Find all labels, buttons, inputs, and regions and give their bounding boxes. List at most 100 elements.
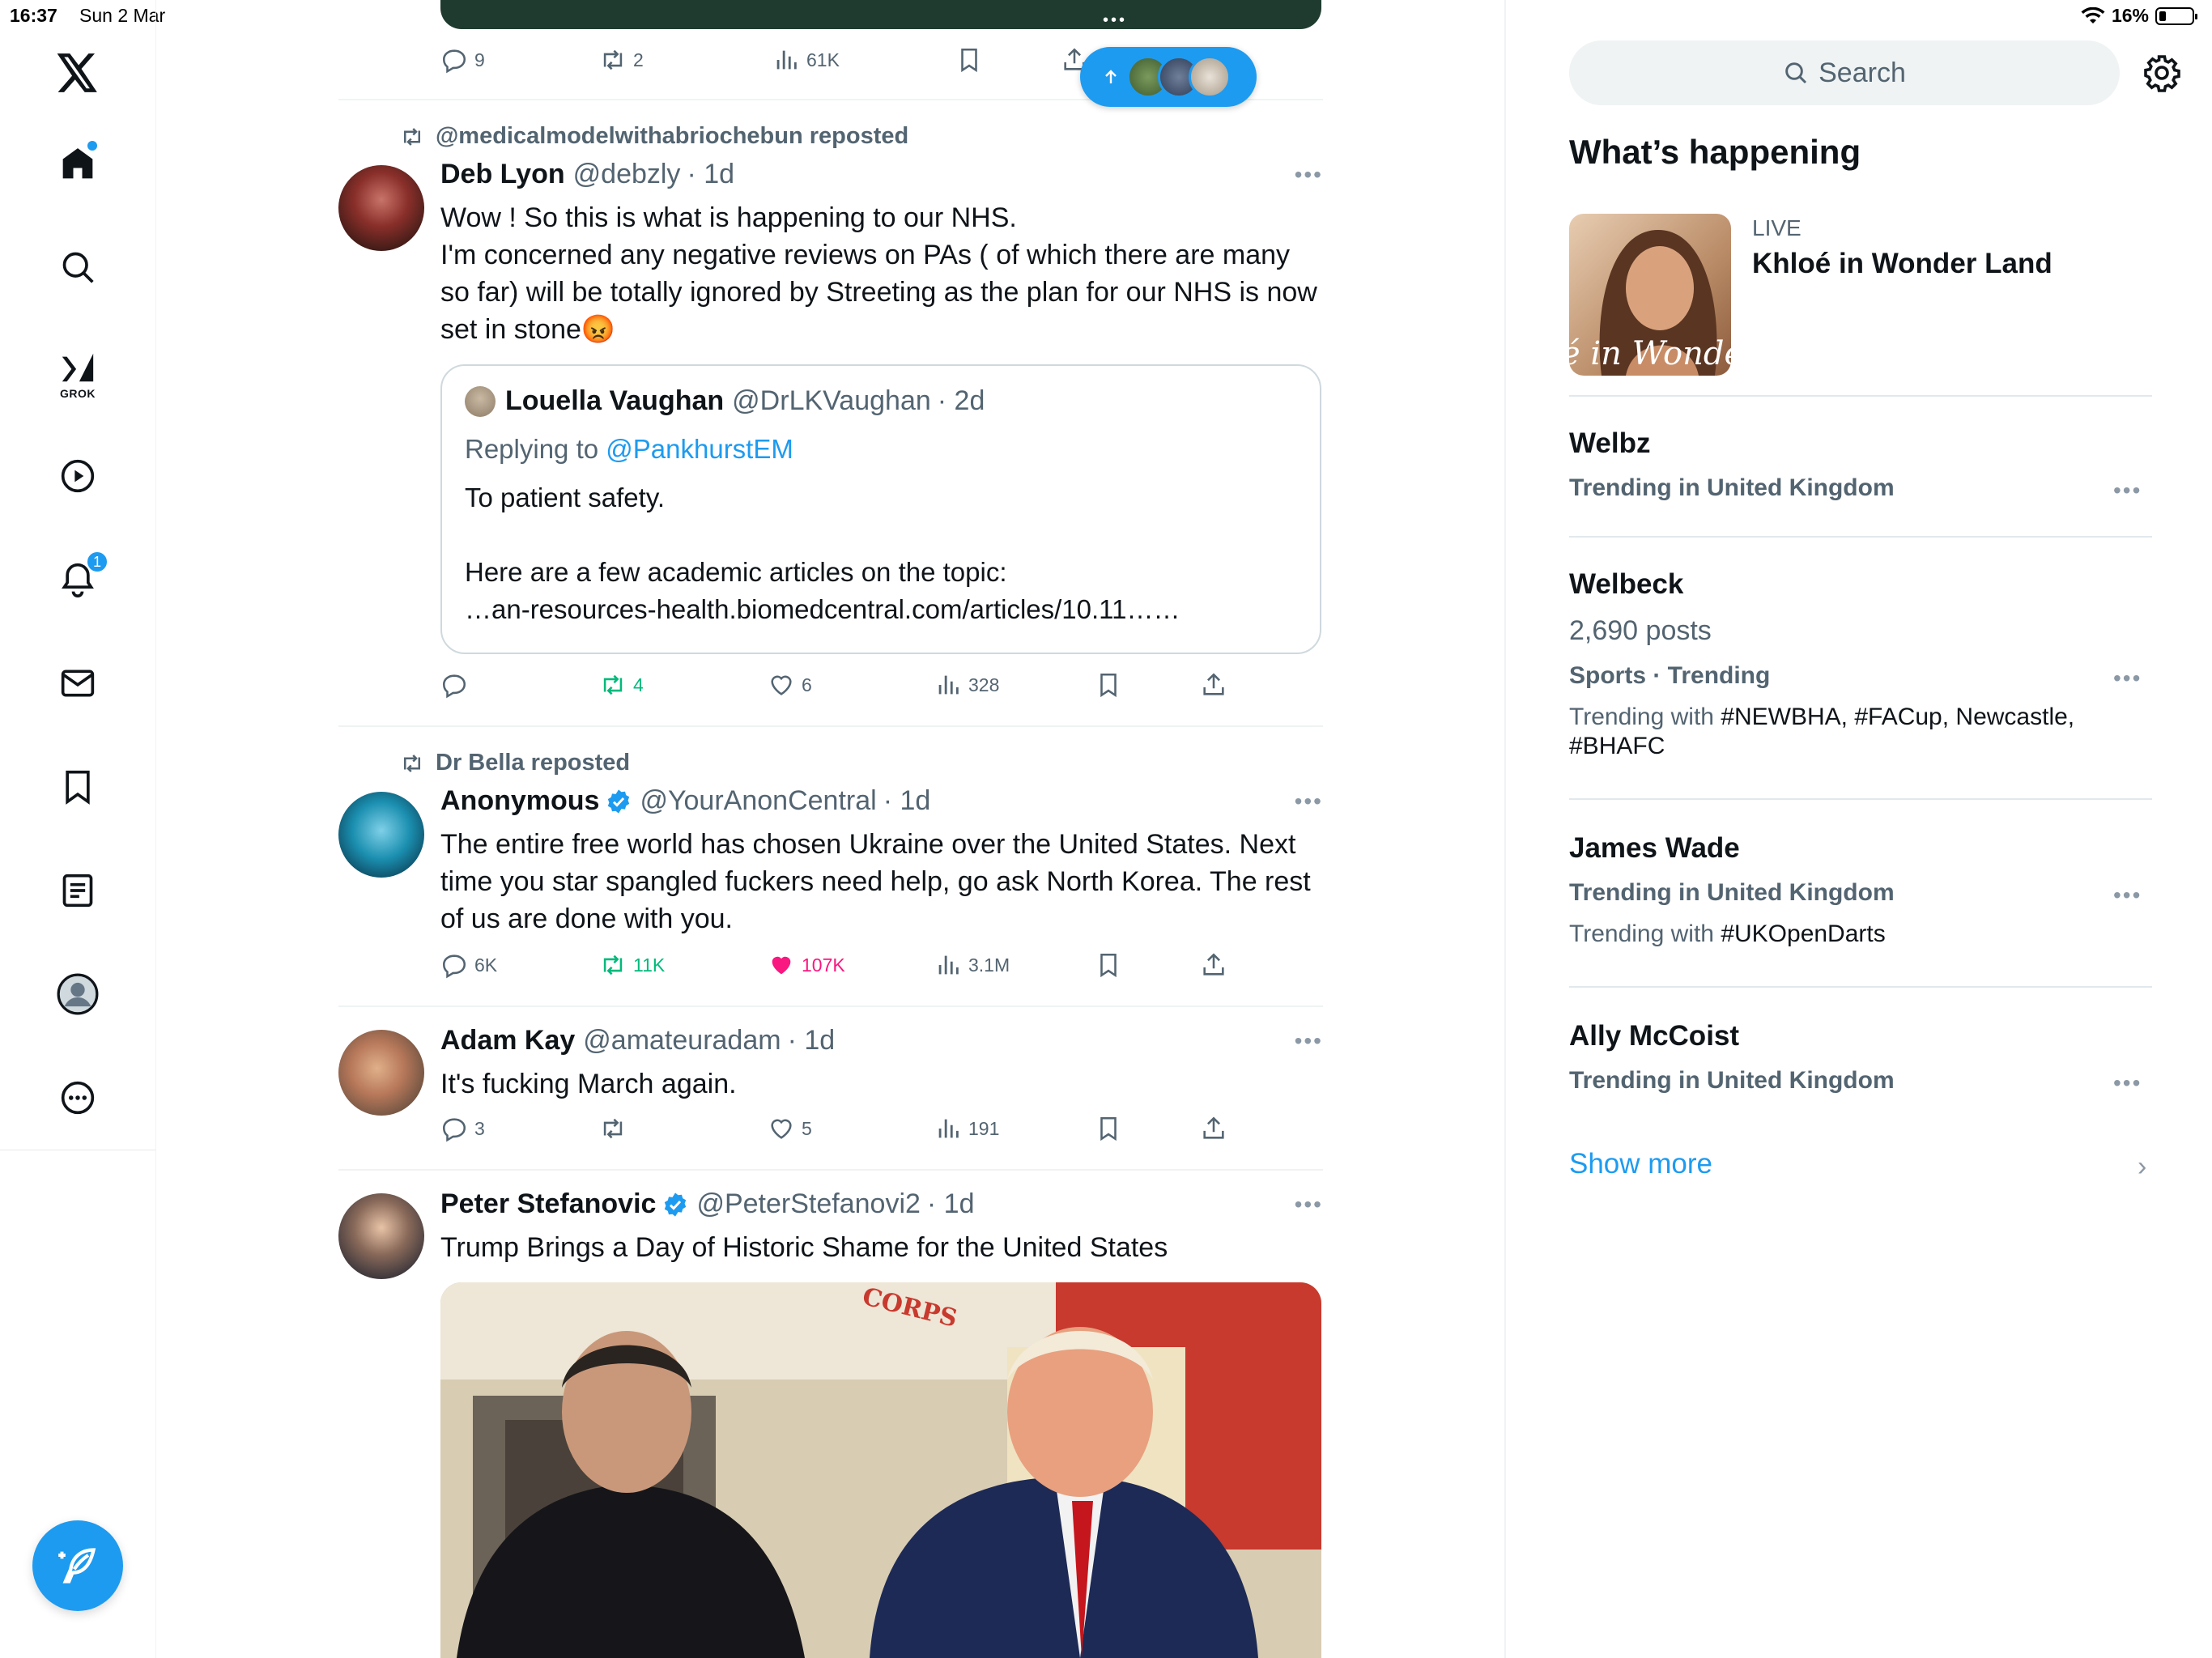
- trend-more-icon[interactable]: •••: [2113, 882, 2142, 908]
- home-unread-dot: [87, 141, 97, 151]
- trend-divider: [1569, 395, 2152, 397]
- home-icon[interactable]: [52, 138, 104, 189]
- repost-button[interactable]: [599, 1112, 633, 1145]
- like-button[interactable]: 5: [768, 1112, 812, 1145]
- reply-button[interactable]: 6K: [440, 949, 497, 981]
- like-button[interactable]: 6: [768, 669, 812, 701]
- view-count: 3.1M: [968, 954, 1010, 976]
- live-event-thumbnail[interactable]: é in Wonder L: [1569, 214, 1731, 376]
- search-icon[interactable]: [52, 241, 104, 293]
- bookmark-button[interactable]: [955, 44, 983, 76]
- quote-header: Louella Vaughan @DrLKVaughan · 2d: [465, 385, 985, 417]
- post-header: Adam Kay @amateuradam · 1d: [440, 1025, 835, 1056]
- author-handle[interactable]: @amateuradam: [583, 1025, 781, 1056]
- trend-more-icon[interactable]: •••: [2113, 1070, 2142, 1096]
- reply-button[interactable]: 9: [440, 44, 485, 76]
- post-text: Wow ! So this is what is happening to ou…: [440, 202, 1317, 345]
- post-time[interactable]: · 1d: [788, 1025, 836, 1056]
- repost-indicator[interactable]: Dr Bella reposted: [400, 750, 630, 776]
- trend-name[interactable]: Ally McCoist: [1569, 1020, 1739, 1052]
- view-count: 328: [968, 674, 1000, 695]
- views-button[interactable]: 3.1M: [934, 949, 1010, 981]
- like-count: 5: [802, 1117, 812, 1139]
- verified-badge-icon: [665, 1192, 687, 1217]
- more-options-icon[interactable]: •••: [1295, 789, 1323, 814]
- repost-icon: [603, 954, 623, 976]
- author-handle[interactable]: @YourAnonCentral: [640, 785, 876, 817]
- reply-icon: [442, 674, 466, 699]
- author-name[interactable]: Peter Stefanovic: [440, 1188, 656, 1220]
- avatar[interactable]: [338, 792, 424, 878]
- view-count: 61K: [806, 49, 840, 70]
- compose-button[interactable]: [32, 1520, 123, 1611]
- quoted-post[interactable]: Louella Vaughan @DrLKVaughan · 2d Replyi…: [440, 364, 1321, 654]
- verified-badge-icon: [608, 789, 630, 814]
- views-icon: [938, 675, 959, 695]
- lists-icon[interactable]: [52, 865, 104, 916]
- repost-button[interactable]: 4: [599, 669, 644, 701]
- post-text: It's fucking March again.: [440, 1069, 737, 1099]
- play-icon[interactable]: [52, 450, 104, 502]
- repost-button[interactable]: 11K: [599, 949, 665, 981]
- reply-count: 6K: [474, 954, 498, 976]
- post-time[interactable]: · 1d: [883, 785, 931, 817]
- more-options-icon[interactable]: •••: [1295, 1028, 1323, 1054]
- post-header: Anonymous @YourAnonCentral · 1d: [440, 785, 930, 817]
- profile-icon[interactable]: [52, 968, 104, 1020]
- mail-icon[interactable]: [52, 657, 104, 709]
- author-handle[interactable]: @debzly: [573, 159, 681, 190]
- share-button[interactable]: [1200, 669, 1227, 701]
- replying-prefix: Replying to: [465, 434, 606, 464]
- more-options-icon[interactable]: •••: [1295, 1192, 1323, 1218]
- repost-indicator[interactable]: @medicalmodelwithabriochebun reposted: [400, 123, 908, 150]
- share-button[interactable]: [1200, 1112, 1227, 1145]
- chevron-right-icon[interactable]: ›: [2138, 1151, 2146, 1183]
- show-more-link[interactable]: Show more: [1569, 1148, 1712, 1180]
- more-options-icon[interactable]: •••: [1295, 162, 1323, 188]
- search-input[interactable]: Search: [1569, 40, 2120, 105]
- author-name[interactable]: Anonymous: [440, 785, 599, 817]
- share-button[interactable]: [1200, 949, 1227, 981]
- bookmark-button[interactable]: [1095, 669, 1122, 701]
- trend-name[interactable]: Welbeck: [1569, 568, 1683, 601]
- post-image[interactable]: CORPS: [440, 1282, 1321, 1658]
- reply-button[interactable]: [440, 669, 474, 701]
- avatar[interactable]: [338, 165, 424, 251]
- views-button[interactable]: 328: [934, 669, 999, 701]
- avatar[interactable]: [338, 1193, 424, 1279]
- like-button[interactable]: 107K: [768, 949, 845, 981]
- author-handle[interactable]: @PeterStefanovi2: [696, 1188, 920, 1220]
- grok-icon[interactable]: GROK: [52, 342, 104, 400]
- quote-author-handle: @DrLKVaughan: [732, 385, 931, 416]
- reply-button[interactable]: 3: [440, 1112, 485, 1145]
- avatar[interactable]: [338, 1030, 424, 1116]
- repost-button[interactable]: 2: [599, 44, 644, 76]
- trend-name[interactable]: James Wade: [1569, 832, 1740, 865]
- repost-icon: [603, 1118, 623, 1139]
- new-posts-pill[interactable]: [1080, 47, 1257, 107]
- trend-with-tags[interactable]: #UKOpenDarts: [1721, 920, 1885, 947]
- bookmark-button[interactable]: [1095, 1112, 1122, 1145]
- views-button[interactable]: 61K: [772, 44, 840, 76]
- view-count: 191: [968, 1117, 1000, 1139]
- author-name[interactable]: Deb Lyon: [440, 159, 565, 190]
- top-post-media[interactable]: •••: [440, 0, 1321, 29]
- more-circle-icon[interactable]: [52, 1072, 104, 1124]
- replying-to-link[interactable]: @PankhurstEM: [606, 434, 793, 464]
- heart-icon: [771, 1119, 792, 1139]
- post-time[interactable]: · 1d: [927, 1188, 975, 1220]
- trend-more-icon[interactable]: •••: [2113, 478, 2142, 504]
- live-event-title[interactable]: Khloé in Wonder Land: [1752, 248, 2052, 280]
- trend-more-icon[interactable]: •••: [2113, 665, 2142, 691]
- post-time[interactable]: · 1d: [687, 159, 734, 190]
- gear-icon[interactable]: [2142, 53, 2181, 92]
- views-button[interactable]: 191: [934, 1112, 999, 1145]
- author-name[interactable]: Adam Kay: [440, 1025, 575, 1056]
- bookmark-nav-icon[interactable]: [52, 761, 104, 813]
- notifications-icon[interactable]: 1: [52, 551, 108, 606]
- repost-icon: [603, 49, 623, 70]
- x-logo-icon[interactable]: [52, 47, 104, 99]
- bookmark-button[interactable]: [1095, 949, 1122, 981]
- trend-name[interactable]: Welbz: [1569, 427, 1650, 460]
- repost-icon: [603, 674, 623, 695]
